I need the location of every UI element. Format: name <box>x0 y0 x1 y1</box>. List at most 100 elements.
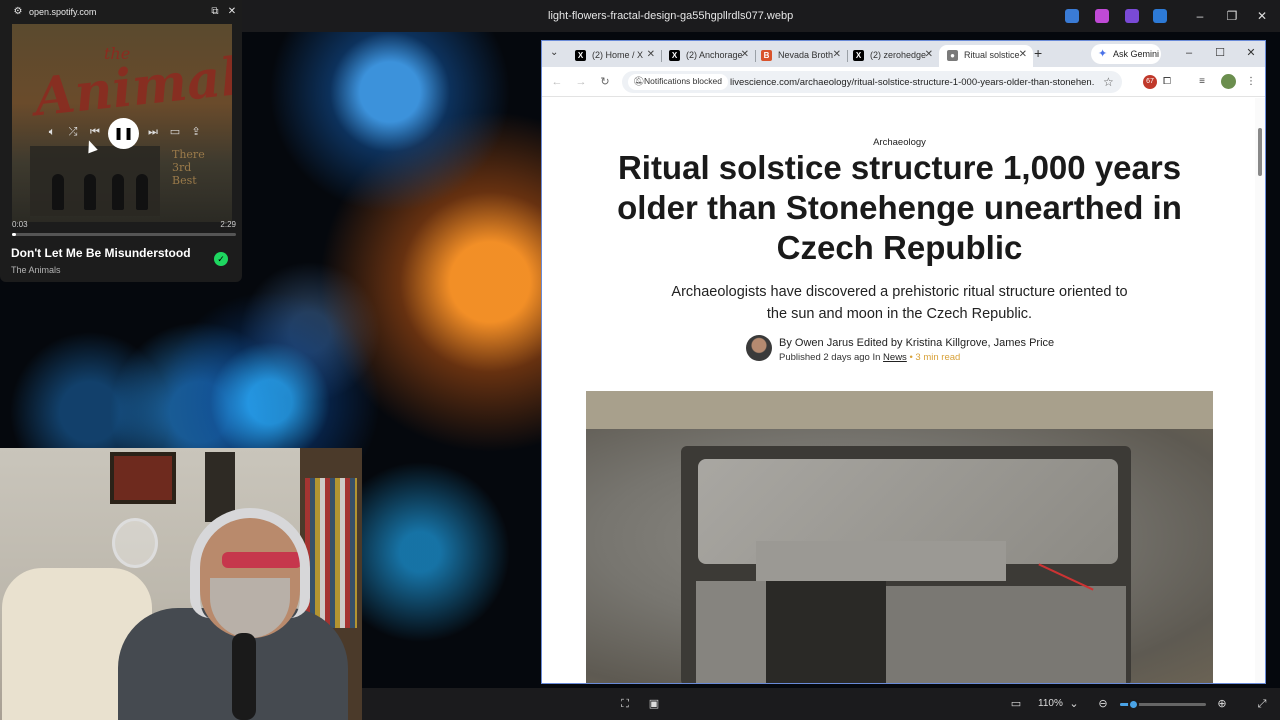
ask-gemini-button[interactable]: ✦ Ask Gemini <box>1091 44 1161 64</box>
read-time: • 3 min read <box>909 352 961 363</box>
tab-label: (2) Home / X <box>592 50 644 60</box>
news-section-link[interactable]: News <box>883 352 907 363</box>
hero-stone-slab <box>696 581 766 683</box>
extension-badge-icon[interactable]: 67 <box>1143 75 1157 89</box>
adjust-icon[interactable]: ▣ <box>646 696 662 712</box>
back-arrow-icon[interactable]: ← <box>550 75 564 89</box>
reload-icon[interactable]: ↻ <box>598 75 612 89</box>
fit-to-window-icon[interactable]: ▭ <box>1008 696 1024 712</box>
tab-anchorage[interactable]: X (2) Anchorage ✕ <box>661 45 755 67</box>
back-to-tab-icon[interactable]: ⧉ <box>208 5 222 19</box>
tab-close-icon[interactable]: ✕ <box>925 49 933 60</box>
album-art-figure <box>52 174 64 210</box>
crop-icon[interactable]: ⛶ <box>617 696 633 712</box>
app-tray-icon-4[interactable] <box>1153 9 1167 23</box>
share-icon[interactable]: ⇪ <box>189 125 203 139</box>
app-tray-icon-1[interactable] <box>1065 9 1079 23</box>
webcam-wall-poster <box>110 452 176 504</box>
article-headline: Ritual solstice structure 1,000 years ol… <box>617 149 1182 266</box>
tab-label: (2) Anchorage <box>686 50 743 60</box>
next-track-icon[interactable]: ⏭︎ <box>146 125 160 139</box>
elapsed-time: 0:03 <box>12 220 28 229</box>
track-title[interactable]: Don't Let Me Be Misunderstood <box>11 246 203 260</box>
shuffle-icon[interactable]: ⤮ <box>66 125 80 139</box>
webcam-headphones <box>190 508 310 618</box>
zoom-slider-knob[interactable] <box>1127 699 1139 710</box>
pause-button[interactable]: ❚❚ <box>108 118 139 149</box>
profile-avatar[interactable] <box>1221 74 1236 89</box>
hero-dark-trench <box>766 581 886 683</box>
volume-icon[interactable]: 🔈︎ <box>45 125 59 139</box>
webcam-books <box>305 478 357 628</box>
browser-toolbar: ← → ↻ 🔕︎ Notifications blocked livescien… <box>542 67 1265 97</box>
album-art-side-text: There 3rd Best <box>172 148 205 187</box>
minimize-icon[interactable]: – <box>1190 6 1210 26</box>
browser-menu-icon[interactable]: ⋮ <box>1243 74 1259 90</box>
zoom-out-icon[interactable]: ⊖ <box>1095 696 1111 712</box>
browser-maximize-icon[interactable]: ☐ <box>1212 45 1228 61</box>
site-settings-icon[interactable]: ⚙ <box>11 5 25 19</box>
tab-zerohedge[interactable]: X (2) zerohedge ✕ <box>845 45 939 67</box>
tab-nevada[interactable]: B Nevada Broth ✕ <box>753 45 847 67</box>
tab-close-icon[interactable]: ✕ <box>741 49 749 60</box>
zoom-slider[interactable] <box>1120 699 1206 710</box>
cast-icon[interactable]: ▭ <box>168 125 182 139</box>
forward-arrow-icon[interactable]: → <box>574 75 588 89</box>
zoom-in-icon[interactable]: ⊕ <box>1214 696 1230 712</box>
tab-home-x[interactable]: X (2) Home / X ✕ <box>567 45 661 67</box>
miniplayer-site: open.spotify.com <box>29 7 97 17</box>
track-artist[interactable]: The Animals <box>11 265 61 275</box>
browser-minimize-icon[interactable]: – <box>1181 45 1197 61</box>
b-logo-icon: B <box>761 50 772 61</box>
webcam-microphone <box>232 633 256 720</box>
track-progress-fill <box>12 233 17 236</box>
chevron-down-icon[interactable]: ⌄ <box>1066 696 1082 712</box>
new-tab-button[interactable]: + <box>1034 45 1042 61</box>
author-avatar[interactable] <box>746 335 772 361</box>
miniplayer-header: ⚙ open.spotify.com ⧉ ✕ <box>0 0 242 24</box>
track-progress-bar[interactable] <box>12 233 236 236</box>
previous-track-icon[interactable]: ⏮︎ <box>88 125 102 139</box>
tab-search-icon[interactable]: ⌄ <box>550 47 558 58</box>
close-miniplayer-icon[interactable]: ✕ <box>225 5 239 19</box>
tab-close-icon[interactable]: ✕ <box>647 49 655 60</box>
close-icon[interactable]: ✕ <box>1252 6 1272 26</box>
tab-strip: ⌄ X (2) Home / X ✕ X (2) Anchorage ✕ B N… <box>542 41 1265 67</box>
fullscreen-icon[interactable]: ⤢ <box>1254 696 1270 712</box>
article-page: Archaeology Ritual solstice structure 1,… <box>542 98 1265 683</box>
tab-close-icon[interactable]: ✕ <box>1019 49 1027 60</box>
extensions-puzzle-icon[interactable]: ⧠ <box>1159 74 1175 90</box>
author-link[interactable]: Owen Jarus <box>795 337 854 349</box>
x-logo-icon: X <box>669 50 680 61</box>
article-section[interactable]: Archaeology <box>542 137 1257 148</box>
maximize-icon[interactable]: ❐ <box>1222 6 1242 26</box>
hero-stone-slab <box>886 586 1126 683</box>
tab-ritual-solstice[interactable]: ● Ritual solstice ✕ <box>939 45 1033 67</box>
tab-label: Ritual solstice <box>964 50 1020 60</box>
liked-check-icon[interactable]: ✓ <box>214 252 228 266</box>
notifications-blocked-label: Notifications blocked <box>644 76 722 86</box>
tab-label: (2) zerohedge <box>870 50 927 60</box>
reading-list-icon[interactable]: ≡ <box>1194 74 1210 90</box>
zoom-level[interactable]: 110% <box>1038 698 1063 709</box>
browser-close-icon[interactable]: ✕ <box>1243 45 1259 61</box>
album-art-figure <box>112 174 124 210</box>
ask-gemini-label: Ask Gemini <box>1113 49 1160 59</box>
url-text[interactable]: livescience.com/archaeology/ritual-solst… <box>730 77 1095 88</box>
scrollbar-thumb[interactable] <box>1258 128 1262 176</box>
app-tray-icon-3[interactable] <box>1125 9 1139 23</box>
page-scrollbar[interactable] <box>1255 98 1265 683</box>
livescience-icon: ● <box>947 50 958 61</box>
bookmark-star-icon[interactable]: ☆ <box>1103 75 1114 89</box>
app-tray-icon-2[interactable] <box>1095 9 1109 23</box>
webcam-feed <box>0 448 362 720</box>
album-art-figure <box>84 174 96 210</box>
published-line: Published 2 days ago In News • 3 min rea… <box>779 352 960 363</box>
address-bar[interactable]: 🔕︎ Notifications blocked livescience.com… <box>622 71 1122 93</box>
tab-close-icon[interactable]: ✕ <box>833 49 841 60</box>
browser-window: ⌄ X (2) Home / X ✕ X (2) Anchorage ✕ B N… <box>541 40 1266 684</box>
webcam-fan <box>112 518 158 568</box>
published-prefix: Published 2 days ago In <box>779 352 881 363</box>
tab-label: Nevada Broth <box>778 50 834 60</box>
notifications-blocked-chip[interactable]: 🔕︎ Notifications blocked <box>628 74 728 90</box>
